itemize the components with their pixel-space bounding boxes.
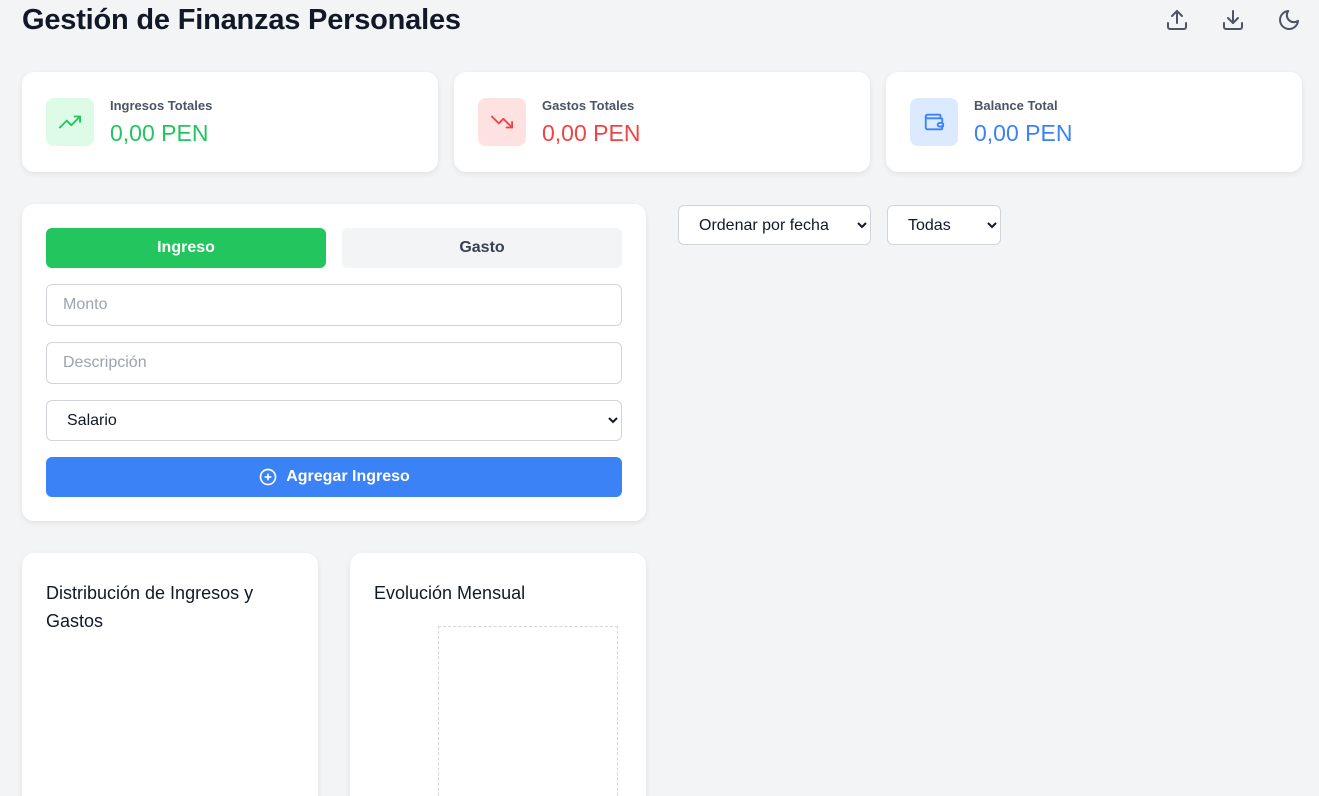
expenses-card: Gastos Totales 0,00 PEN: [454, 72, 870, 172]
expenses-value: 0,00 PEN: [542, 120, 641, 146]
upload-icon[interactable]: [1163, 6, 1191, 34]
plus-circle-icon: [259, 468, 277, 486]
balance-label: Balance Total: [974, 98, 1058, 113]
monthly-chart-title: Evolución Mensual: [374, 583, 526, 603]
type-filter-select[interactable]: Todas: [887, 205, 1001, 245]
amount-input[interactable]: [46, 284, 622, 326]
sort-select[interactable]: Ordenar por fecha: [678, 205, 871, 245]
income-card: Ingresos Totales 0,00 PEN: [22, 72, 438, 172]
download-icon[interactable]: [1219, 6, 1247, 34]
trending-up-icon: [46, 98, 94, 146]
balance-card: Balance Total 0,00 PEN: [886, 72, 1302, 172]
description-input[interactable]: [46, 342, 622, 384]
header-actions: [1163, 6, 1303, 34]
distribution-chart-card: Distribución de Ingresos y Gastos: [22, 553, 318, 796]
tab-expense[interactable]: Gasto: [342, 228, 622, 268]
expenses-label: Gastos Totales: [542, 98, 635, 113]
transaction-form: Ingreso Gasto Salario Agregar Ingreso: [22, 204, 646, 521]
monthly-chart-card: Evolución Mensual: [350, 553, 646, 796]
trending-down-icon: [478, 98, 526, 146]
income-label: Ingresos Totales: [110, 98, 213, 113]
moon-icon[interactable]: [1275, 6, 1303, 34]
monthly-chart-area: [438, 626, 618, 796]
add-income-button[interactable]: Agregar Ingreso: [46, 457, 622, 497]
wallet-icon: [910, 98, 958, 146]
tab-income[interactable]: Ingreso: [46, 228, 326, 268]
filters: Ordenar por fecha Todas: [678, 205, 1001, 245]
income-value: 0,00 PEN: [110, 120, 209, 146]
distribution-chart-title: Distribución de Ingresos y Gastos: [46, 583, 254, 631]
page-title: Gestión de Finanzas Personales: [22, 4, 461, 36]
add-income-label: Agregar Ingreso: [286, 468, 410, 485]
category-select[interactable]: Salario: [46, 400, 622, 441]
balance-value: 0,00 PEN: [974, 120, 1073, 146]
